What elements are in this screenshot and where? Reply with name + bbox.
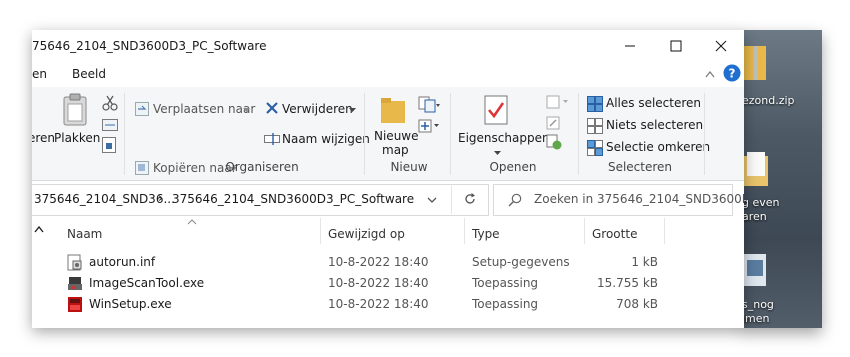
scissors-icon[interactable] (102, 95, 118, 111)
scanner-app-icon (68, 277, 82, 290)
select-none-icon (587, 118, 603, 134)
delete-button[interactable]: Verwijderen (282, 102, 353, 116)
history-icon[interactable] (546, 134, 562, 150)
maximize-icon (670, 40, 682, 52)
invert-selection-icon (587, 140, 603, 156)
address-bar[interactable]: 375646_2104_SND36... › 375646_2104_SND36… (32, 184, 489, 216)
zip-folder-icon[interactable] (744, 42, 768, 82)
edit-icon[interactable] (546, 116, 560, 130)
move-to-icon (135, 102, 149, 116)
breadcrumb-separator[interactable]: › (158, 191, 163, 206)
desktop-item-folder-label-1[interactable]: g even (742, 196, 780, 209)
new-group-label: Nieuw (390, 160, 428, 174)
rename-icon (264, 133, 280, 145)
desktop-background: ezond.zip g even aren s_nog imen (742, 30, 822, 328)
title-bar[interactable]: 75646_2104_SND3600D3_PC_Software (32, 30, 744, 62)
breadcrumb-parent[interactable]: 375646_2104_SND36... (34, 192, 175, 206)
minimize-icon (625, 45, 635, 47)
file-size: 1 kB (631, 255, 658, 269)
file-row[interactable]: ImageScanTool.exe 10-8-2022 18:40 Toepas… (32, 273, 744, 294)
paste-label: Plakken (54, 131, 101, 145)
column-header-size[interactable]: Grootte (592, 227, 637, 241)
file-modified: 10-8-2022 18:40 (328, 297, 429, 311)
search-icon (508, 193, 522, 207)
search-placeholder: Zoeken in 375646_2104_SND3600D3... (534, 192, 744, 206)
organize-group-label: Organiseren (225, 160, 299, 174)
invert-selection-button[interactable]: Selectie omkeren (606, 140, 710, 154)
image-file-icon[interactable] (744, 252, 768, 288)
new-folder-label-1: Nieuwe (374, 129, 419, 143)
open-group-label: Openen (489, 160, 537, 174)
svg-text:?: ? (729, 67, 736, 81)
file-size: 708 kB (616, 297, 658, 311)
ribbon: eren Plakken Verplaatsen naar Kopiëren n… (32, 87, 744, 181)
file-row[interactable]: autorun.inf 10-8-2022 18:40 Setup-gegeve… (32, 252, 744, 273)
select-all-icon (587, 96, 603, 112)
properties-label: Eigenschappen (458, 131, 550, 145)
tab-partial[interactable]: en (32, 67, 47, 81)
delete-icon (266, 102, 278, 114)
file-name[interactable]: ImageScanTool.exe (89, 276, 204, 290)
inf-file-icon (67, 254, 82, 271)
clipboard-icon (63, 93, 87, 126)
column-header-name[interactable]: Naam (67, 227, 102, 241)
copy-path-icon[interactable] (102, 119, 118, 131)
dropdown-arrow-icon (349, 108, 356, 112)
open-icon[interactable] (546, 95, 570, 109)
properties-button[interactable]: Eigenschappen (456, 91, 550, 157)
move-to-button[interactable]: Verplaatsen naar (153, 102, 255, 116)
column-header-modified[interactable]: Gewijzigd op (328, 227, 405, 241)
close-icon (715, 40, 727, 52)
paste-shortcut-icon[interactable] (102, 137, 116, 153)
ribbon-tab-row: en Beeld ? (32, 62, 744, 86)
new-folder-icon (381, 98, 405, 123)
help-icon[interactable]: ? (723, 64, 741, 82)
select-group-label: Selecteren (607, 160, 673, 174)
maximize-button[interactable] (653, 30, 699, 62)
file-type: Toepassing (472, 297, 539, 311)
new-item-icon[interactable] (418, 95, 440, 113)
easy-access-icon[interactable] (418, 117, 440, 135)
refresh-icon (465, 193, 475, 204)
breadcrumb-current[interactable]: 375646_2104_SND3600D3_PC_Software (172, 192, 414, 206)
file-explorer-window: 75646_2104_SND3600D3_PC_Software en Beel… (32, 30, 744, 328)
desktop-item-zip-label[interactable]: ezond.zip (742, 94, 795, 107)
rename-button[interactable]: Naam wijzigen (282, 132, 370, 146)
close-button[interactable] (698, 30, 744, 62)
new-folder-button[interactable]: Nieuwe map (368, 91, 419, 157)
file-modified: 10-8-2022 18:40 (328, 255, 429, 269)
file-size: 15.755 kB (597, 276, 658, 290)
copy-to-icon (135, 161, 149, 175)
file-row[interactable]: WinSetup.exe 10-8-2022 18:40 Toepassing … (32, 294, 744, 315)
desktop-item-image-label-1[interactable]: s_nog (742, 298, 774, 311)
select-none-button[interactable]: Niets selecteren (606, 118, 703, 132)
desktop-item-folder-label-2[interactable]: aren (742, 210, 767, 223)
tab-view[interactable]: Beeld (72, 67, 106, 81)
column-header-type[interactable]: Type (472, 227, 500, 241)
address-dropdown-icon[interactable] (427, 196, 437, 204)
desktop-item-image-label-2[interactable]: imen (742, 312, 770, 325)
paste-button[interactable]: Plakken (52, 91, 101, 153)
select-all-button[interactable]: Alles selecteren (606, 96, 701, 110)
sort-ascending-icon (187, 219, 197, 225)
nav-pane-scroll-up-icon[interactable] (34, 225, 44, 233)
properties-icon (484, 95, 508, 125)
dropdown-arrow-icon (243, 108, 250, 112)
dropdown-arrow-icon (494, 151, 501, 155)
file-name[interactable]: autorun.inf (89, 255, 155, 269)
collapse-ribbon-icon[interactable] (705, 70, 715, 78)
file-modified: 10-8-2022 18:40 (328, 276, 429, 290)
refresh-button[interactable] (451, 184, 488, 214)
minimize-button[interactable] (607, 30, 653, 62)
new-folder-label-2: map (382, 143, 409, 157)
folder-icon[interactable] (744, 150, 770, 190)
file-type: Toepassing (472, 276, 539, 290)
file-name[interactable]: WinSetup.exe (89, 297, 172, 311)
search-box[interactable]: Zoeken in 375646_2104_SND3600D3... (493, 184, 744, 216)
file-type: Setup-gegevens (472, 255, 570, 269)
setup-app-icon (68, 297, 82, 312)
window-title: 75646_2104_SND3600D3_PC_Software (32, 39, 267, 53)
